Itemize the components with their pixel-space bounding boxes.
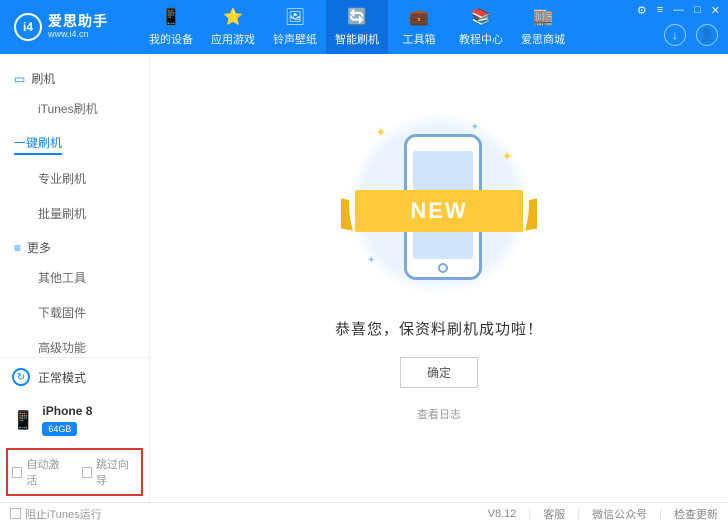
main-content: ✦ ✦ ✦ ✦ NEW 恭喜您，保资料刷机成功啦！ 确定 查看日志 <box>150 54 728 502</box>
sidebar-group-flash: ▭ 刷机 <box>0 62 149 91</box>
device-storage-badge: 64GB <box>42 422 77 436</box>
wallpaper-icon: 🖼 <box>285 7 305 27</box>
download-button[interactable]: ↓ <box>664 24 686 46</box>
checkbox-icon <box>10 508 21 519</box>
view-log-link[interactable]: 查看日志 <box>417 406 461 422</box>
nav-apps-games[interactable]: ⭐应用游戏 <box>202 0 264 54</box>
device-box[interactable]: 📱 iPhone 8 64GB <box>0 396 149 448</box>
maximize-icon[interactable]: □ <box>694 4 701 17</box>
checkbox-icon <box>12 467 22 478</box>
mode-box[interactable]: ↻ 正常模式 <box>0 357 149 396</box>
highlighted-options: 自动激活 跳过向导 <box>6 448 143 496</box>
nav-ringtone-wallpaper[interactable]: 🖼铃声壁纸 <box>264 0 326 54</box>
link-support[interactable]: 客服 <box>543 506 565 522</box>
toolbox-icon: 💼 <box>409 7 429 27</box>
flash-group-icon: ▭ <box>14 72 25 86</box>
success-message: 恭喜您，保资料刷机成功啦！ <box>335 318 543 339</box>
checkbox-skip-wizard[interactable]: 跳过向导 <box>82 456 138 488</box>
user-button[interactable]: 👤 <box>696 24 718 46</box>
sparkle-icon: ✦ <box>471 122 479 133</box>
brand: i4 爱思助手 www.i4.cn <box>0 13 140 41</box>
mode-refresh-icon: ↻ <box>12 368 30 386</box>
top-nav: 📱我的设备 ⭐应用游戏 🖼铃声壁纸 🔄智能刷机 💼工具箱 📚教程中心 🏬爱思商城 <box>140 0 574 54</box>
sidebar-item-pro-flash[interactable]: 专业刷机 <box>0 161 149 196</box>
version-label: V8.12 <box>488 508 517 520</box>
new-ribbon: NEW <box>355 190 523 232</box>
topbar: i4 爱思助手 www.i4.cn 📱我的设备 ⭐应用游戏 🖼铃声壁纸 🔄智能刷… <box>0 0 728 54</box>
brand-logo-icon: i4 <box>14 13 42 41</box>
link-check-update[interactable]: 检查更新 <box>674 506 718 522</box>
apps-icon: ⭐ <box>223 7 243 27</box>
sidebar-item-advanced[interactable]: 高级功能 <box>0 330 149 357</box>
sidebar-item-oneclick-flash[interactable]: 一键刷机 <box>0 126 149 161</box>
brand-subtitle: www.i4.cn <box>48 30 108 40</box>
ok-button[interactable]: 确定 <box>400 357 478 388</box>
flash-icon: 🔄 <box>347 7 367 27</box>
more-group-icon: ≡ <box>14 241 21 255</box>
nav-toolbox[interactable]: 💼工具箱 <box>388 0 450 54</box>
sidebar-group-more: ≡ 更多 <box>0 231 149 260</box>
device-icon: 📱 <box>161 7 181 27</box>
top-right-icons: ↓ 👤 <box>664 24 718 46</box>
sparkle-icon: ✦ <box>367 255 375 266</box>
settings-icon[interactable]: ⚙ <box>637 4 647 17</box>
mode-label: 正常模式 <box>38 369 86 386</box>
nav-my-device[interactable]: 📱我的设备 <box>140 0 202 54</box>
sidebar-item-other-tools[interactable]: 其他工具 <box>0 260 149 295</box>
success-illustration: ✦ ✦ ✦ ✦ NEW <box>349 114 529 294</box>
body: ▭ 刷机 iTunes刷机 一键刷机 专业刷机 批量刷机 ≡ 更多 其他工具 下… <box>0 54 728 502</box>
statusbar: 阻止iTunes运行 V8.12 | 客服 | 微信公众号 | 检查更新 <box>0 502 728 524</box>
nav-tutorials[interactable]: 📚教程中心 <box>450 0 512 54</box>
close-icon[interactable]: ✕ <box>711 4 720 17</box>
tutorial-icon: 📚 <box>471 7 491 27</box>
checkbox-block-itunes[interactable]: 阻止iTunes运行 <box>10 506 102 522</box>
phone-icon: 📱 <box>12 410 34 431</box>
sparkle-icon: ✦ <box>375 124 387 141</box>
nav-smart-flash[interactable]: 🔄智能刷机 <box>326 0 388 54</box>
store-icon: 🏬 <box>533 7 553 27</box>
link-wechat[interactable]: 微信公众号 <box>592 506 647 522</box>
window-controls: ⚙ ≡ — □ ✕ <box>637 4 720 17</box>
brand-title: 爱思助手 <box>48 14 108 29</box>
menu-icon[interactable]: ≡ <box>657 4 663 17</box>
checkbox-auto-activate[interactable]: 自动激活 <box>12 456 68 488</box>
sidebar: ▭ 刷机 iTunes刷机 一键刷机 专业刷机 批量刷机 ≡ 更多 其他工具 下… <box>0 54 150 502</box>
sparkle-icon: ✦ <box>501 148 513 165</box>
nav-store[interactable]: 🏬爱思商城 <box>512 0 574 54</box>
sidebar-item-download-firmware[interactable]: 下载固件 <box>0 295 149 330</box>
sidebar-item-itunes-flash[interactable]: iTunes刷机 <box>0 91 149 126</box>
minimize-icon[interactable]: — <box>673 4 684 17</box>
device-name: iPhone 8 <box>42 404 92 418</box>
sidebar-item-batch-flash[interactable]: 批量刷机 <box>0 196 149 231</box>
checkbox-icon <box>82 467 92 478</box>
